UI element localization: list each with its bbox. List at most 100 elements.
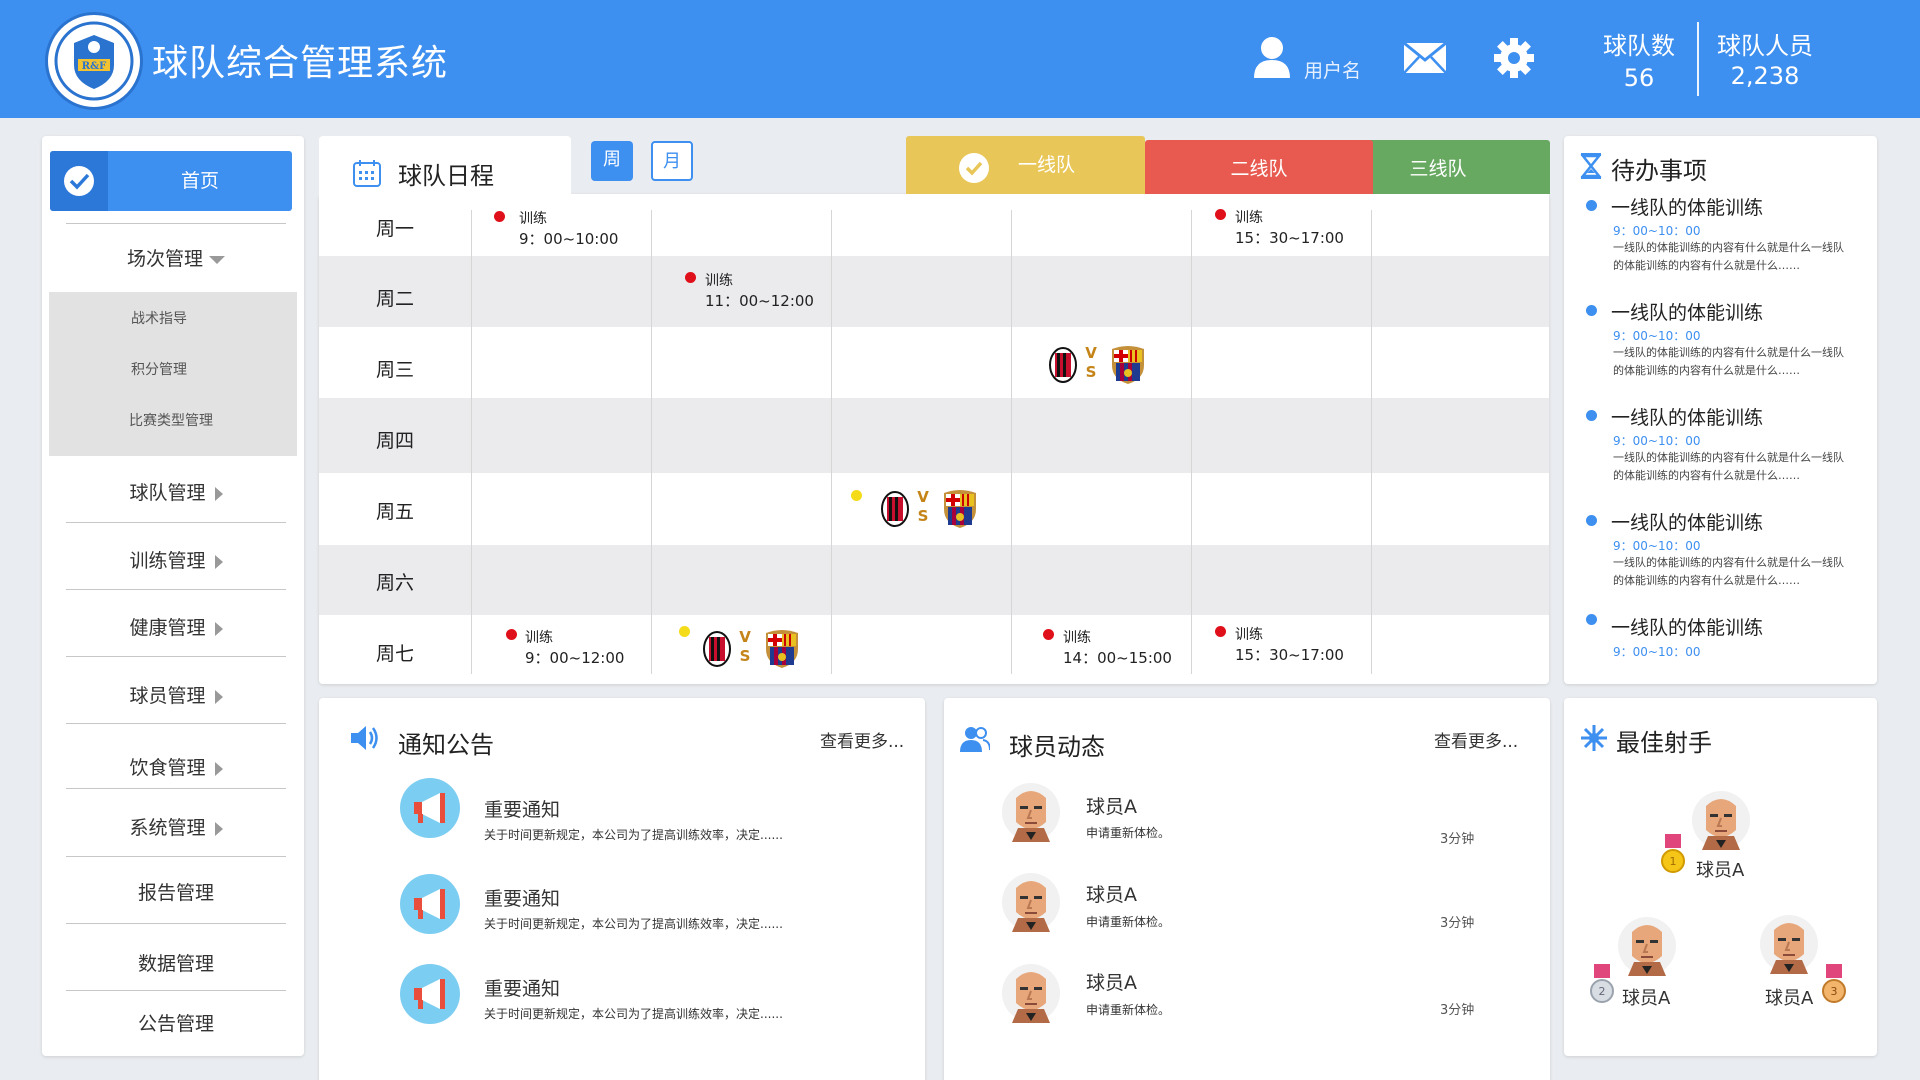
event-title[interactable]: 训练	[525, 627, 553, 647]
todo-item-desc: 一线队的体能训练的内容有什么就是什么一线队的体能训练的内容有什么就是什么……	[1613, 241, 1844, 272]
vs-s: S	[1085, 363, 1097, 381]
nav-divider	[66, 656, 286, 657]
svg-text:3: 3	[1831, 985, 1838, 998]
notice-desc: 关于时间更新规定，本公司为了提高训练效率，决定......	[484, 828, 783, 842]
day-label-wed: 周三	[376, 359, 415, 381]
scorer-name-second[interactable]: 球员A	[1622, 984, 1670, 1010]
schedule-row-mon	[319, 194, 1549, 265]
schedule-row-sun	[319, 615, 1549, 684]
player-name[interactable]: 球员A	[1086, 792, 1137, 819]
megaphone-icon	[400, 874, 460, 934]
nav-match-mgmt-label: 场次管理	[126, 248, 203, 270]
mail-icon[interactable]	[1403, 41, 1447, 78]
club-crest-icon	[1112, 346, 1144, 384]
submenu-item-tactics[interactable]: 战术指导	[49, 308, 269, 328]
scorer-name-first[interactable]: 球员A	[1696, 856, 1744, 882]
todo-item-title[interactable]: 一线队的体能训练	[1611, 298, 1763, 325]
nav-data-mgmt[interactable]: 数据管理	[66, 949, 286, 976]
player-avatar[interactable]	[1002, 872, 1060, 936]
tab-team-1[interactable]: 一线队	[906, 136, 1145, 194]
nav-label: 训练管理	[129, 550, 206, 572]
caret-right-icon	[214, 761, 223, 776]
schedule-row-fri	[319, 473, 1549, 545]
member-count-label: 球队人员	[1717, 32, 1813, 60]
users-icon	[960, 726, 991, 756]
nav-player-mgmt[interactable]: 球员管理	[66, 681, 286, 708]
event-title[interactable]: 训练	[1235, 207, 1263, 227]
tab-team-2[interactable]: 二线队	[1145, 140, 1373, 194]
todo-item-time: 9：00~10：00	[1613, 539, 1701, 553]
top-scorers-title: 最佳射手	[1616, 729, 1712, 757]
nav-training-mgmt[interactable]: 训练管理	[66, 546, 286, 573]
todo-bullet	[1586, 614, 1597, 625]
scorer-avatar-third[interactable]	[1758, 914, 1820, 978]
event-title[interactable]: 训练	[1235, 624, 1263, 644]
bronze-medal-icon: 3	[1821, 964, 1847, 1008]
stat-divider	[1697, 22, 1699, 96]
scorer-name-third[interactable]: 球员A	[1765, 984, 1813, 1010]
tab-team-1-label: 一线队	[1018, 154, 1076, 176]
nav-match-mgmt[interactable]: 场次管理	[66, 244, 286, 271]
todo-item-title[interactable]: 一线队的体能训练	[1611, 613, 1763, 640]
month-view-button[interactable]: 月	[651, 141, 693, 181]
schedule-title: 球队日程	[398, 162, 494, 190]
tab-team-2-label: 二线队	[1230, 158, 1288, 180]
nav-divider	[66, 522, 286, 523]
username-label[interactable]: 用户名	[1304, 56, 1361, 83]
nav-team-mgmt[interactable]: 球队管理	[66, 478, 286, 505]
nav-health-mgmt[interactable]: 健康管理	[66, 613, 286, 640]
nav-notice-mgmt[interactable]: 公告管理	[66, 1009, 286, 1036]
nav-report-mgmt[interactable]: 报告管理	[66, 878, 286, 905]
submenu-item-points[interactable]: 积分管理	[49, 359, 269, 379]
caret-down-icon	[209, 255, 225, 264]
svg-text:2: 2	[1599, 985, 1606, 998]
team-logo[interactable]: R&F	[45, 12, 143, 110]
todo-item-title[interactable]: 一线队的体能训练	[1611, 193, 1763, 220]
calendar-icon	[352, 158, 382, 192]
gear-icon[interactable]	[1493, 37, 1535, 83]
nav-system-mgmt[interactable]: 系统管理	[66, 813, 286, 840]
sparkle-icon	[1580, 724, 1608, 756]
submenu-item-match-types[interactable]: 比赛类型管理	[61, 410, 281, 430]
notice-title[interactable]: 重要通知	[484, 795, 560, 822]
svg-text:R&F: R&F	[82, 61, 106, 72]
notice-title[interactable]: 重要通知	[484, 884, 560, 911]
nav-home[interactable]: 首页	[50, 151, 292, 211]
player-avatar[interactable]	[1002, 782, 1060, 846]
vs-v: V	[1085, 344, 1097, 362]
event-dot	[851, 490, 862, 501]
notice-title[interactable]: 重要通知	[484, 974, 560, 1001]
player-avatar[interactable]	[1002, 963, 1060, 1027]
gold-medal-icon: 1	[1660, 834, 1686, 878]
vs-s: S	[739, 647, 751, 665]
scorer-avatar-second[interactable]	[1616, 916, 1678, 980]
schedule-row-thu	[319, 398, 1549, 473]
scorer-avatar-first[interactable]	[1690, 790, 1752, 854]
nav-divider	[66, 589, 286, 590]
todo-bullet	[1586, 305, 1597, 316]
event-time: 9：00~12:00	[525, 649, 625, 667]
vs-v: V	[917, 488, 929, 506]
event-title[interactable]: 训练	[519, 208, 547, 228]
player-activity-desc: 申请重新体检。	[1086, 1003, 1171, 1017]
todo-bullet	[1586, 515, 1597, 526]
week-view-button[interactable]: 周	[591, 141, 633, 181]
club-crest-icon	[766, 630, 798, 668]
user-icon[interactable]	[1252, 36, 1292, 82]
notices-more-link[interactable]: 查看更多...	[820, 727, 904, 752]
todo-item-title[interactable]: 一线队的体能训练	[1611, 508, 1763, 535]
todo-item-title[interactable]: 一线队的体能训练	[1611, 403, 1763, 430]
event-title[interactable]: 训练	[705, 270, 733, 290]
event-dot	[1215, 209, 1226, 220]
player-name[interactable]: 球员A	[1086, 968, 1137, 995]
todo-item-time: 9：00~10：00	[1613, 329, 1701, 343]
nav-label: 球员管理	[129, 685, 206, 707]
todo-item-time: 9：00~10：00	[1613, 434, 1701, 448]
nav-divider	[66, 923, 286, 924]
event-time: 14：00~15:00	[1063, 649, 1172, 667]
player-activity-more-link[interactable]: 查看更多...	[1434, 727, 1518, 752]
player-name[interactable]: 球员A	[1086, 880, 1137, 907]
nav-diet-mgmt[interactable]: 饮食管理	[66, 753, 286, 780]
megaphone-icon	[400, 778, 460, 838]
event-title[interactable]: 训练	[1063, 627, 1091, 647]
